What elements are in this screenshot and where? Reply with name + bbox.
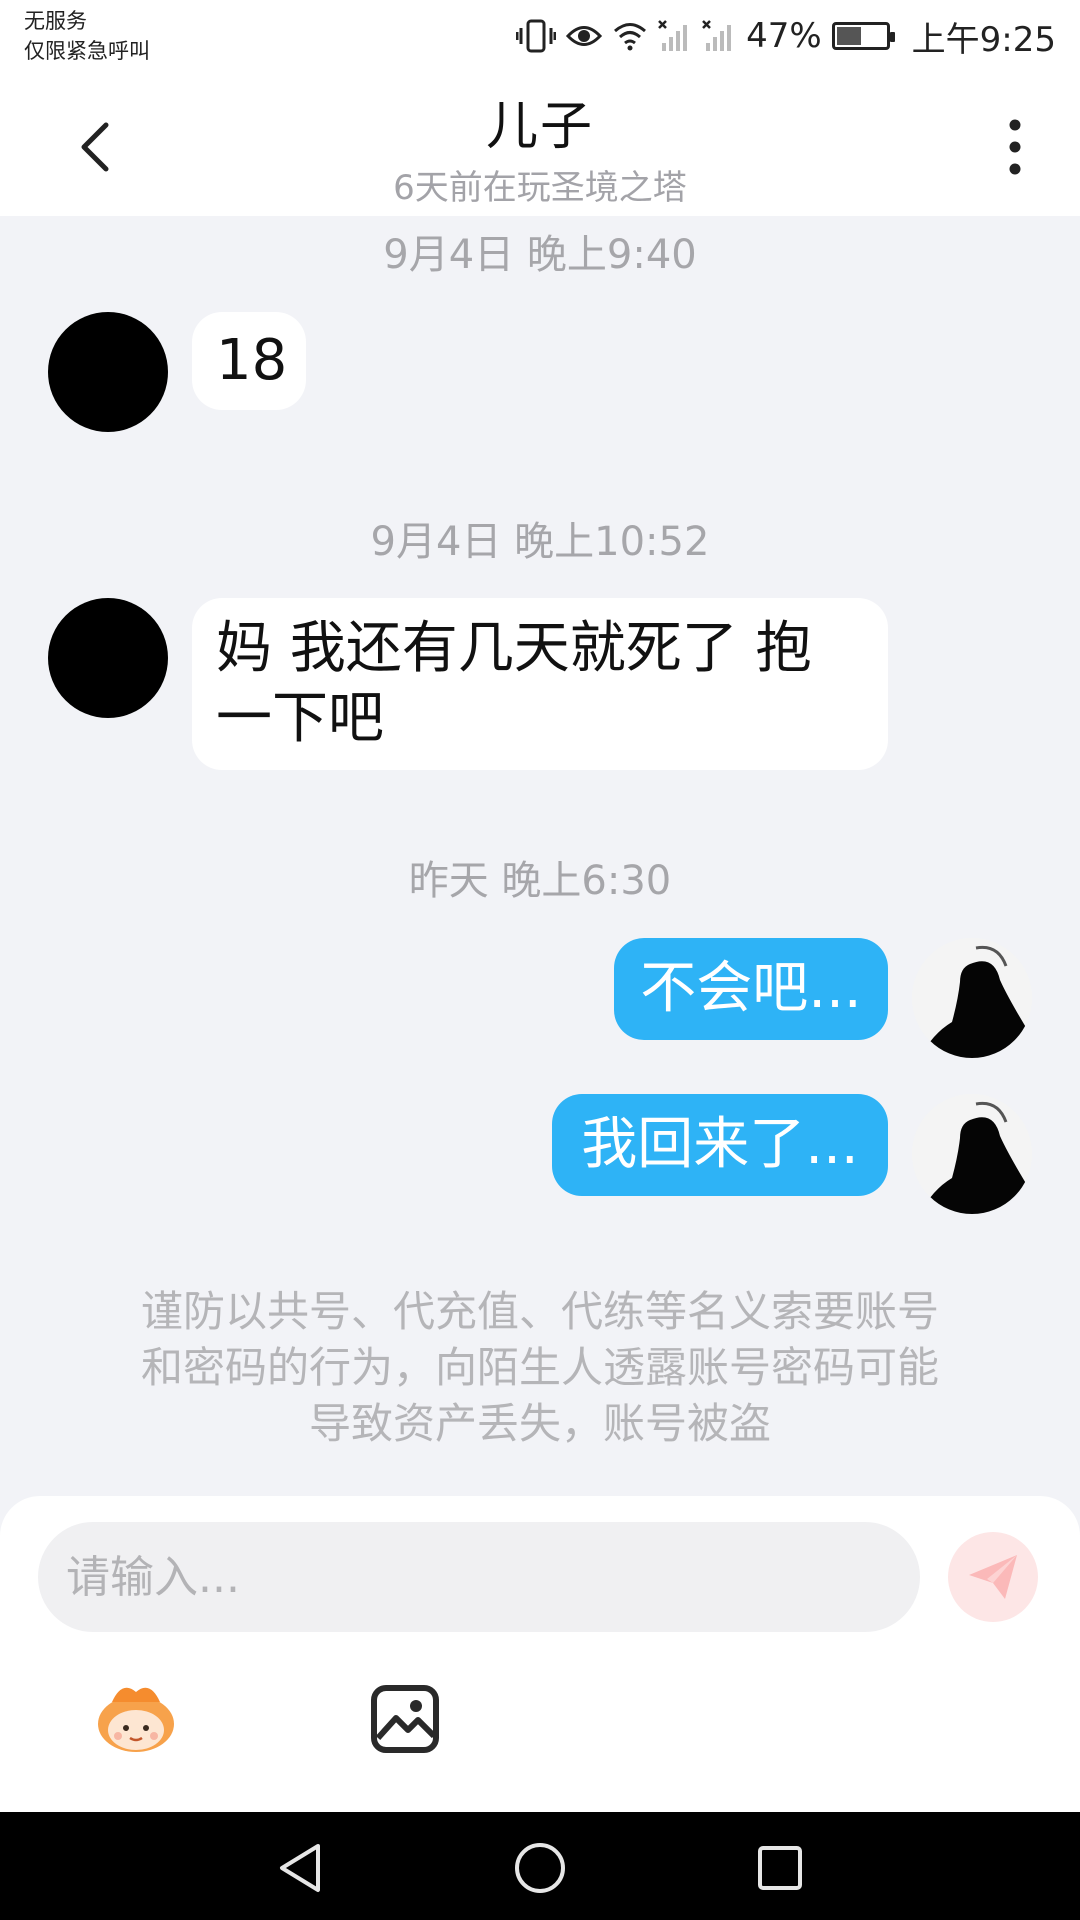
nav-recents-button[interactable] xyxy=(748,1836,812,1900)
eye-icon xyxy=(566,21,603,51)
nav-back-button[interactable] xyxy=(268,1836,332,1900)
carrier-status: 无服务 xyxy=(24,9,87,33)
emergency-only-label: 仅限紧急呼叫 xyxy=(24,39,150,63)
timestamp: 昨天 晚上6:30 xyxy=(408,858,672,904)
message-input[interactable] xyxy=(38,1522,920,1632)
battery-charging-icon xyxy=(831,22,895,50)
message-bubble-outgoing[interactable]: 我回来了... xyxy=(552,1094,888,1196)
contact-name: 儿子 xyxy=(485,97,594,157)
timestamp: 9月4日 晚上10:52 xyxy=(370,519,710,565)
avatar-silhouette-icon xyxy=(912,938,1032,1058)
contact-activity: 6天前在玩圣境之塔 xyxy=(393,168,687,208)
wifi-icon xyxy=(612,20,648,52)
contact-avatar[interactable] xyxy=(48,312,168,432)
system-navigation-bar xyxy=(0,1812,1080,1920)
carrier-info: 无服务 仅限紧急呼叫 xyxy=(24,6,150,66)
my-avatar[interactable] xyxy=(912,938,1032,1058)
nav-home-button[interactable] xyxy=(508,1836,572,1900)
send-button[interactable] xyxy=(948,1532,1038,1622)
emoji-button[interactable] xyxy=(92,1680,180,1756)
send-icon xyxy=(969,1555,1017,1599)
signal-off-icon xyxy=(702,19,736,53)
battery-percent: 47% xyxy=(746,16,822,56)
message-text-line: 妈 我还有几天就死了 抱 xyxy=(216,616,812,681)
signal-off-icon xyxy=(658,19,692,53)
clock: 上午9:25 xyxy=(911,19,1056,60)
message-text-line: 一下吧 xyxy=(216,686,384,751)
message-bubble-incoming[interactable]: 18 xyxy=(192,312,306,410)
timestamp: 9月4日 晚上9:40 xyxy=(383,232,697,278)
my-avatar[interactable] xyxy=(912,1094,1032,1214)
notice-line: 和密码的行为，向陌生人透露账号密码可能 xyxy=(140,1343,939,1392)
message-bubble-outgoing[interactable]: 不会吧... xyxy=(614,938,888,1040)
composer-panel xyxy=(0,1496,1080,1812)
circle-home-icon xyxy=(515,1843,565,1893)
message-text: 我回来了... xyxy=(581,1112,859,1177)
notice-line: 导致资产丢失，账号被盗 xyxy=(308,1399,771,1448)
emoji-icon xyxy=(98,1687,174,1752)
avatar-silhouette-icon xyxy=(912,1094,1032,1214)
status-bar: 无服务 仅限紧急呼叫 47% 上午9:25 xyxy=(0,0,1080,76)
message-bubble-incoming[interactable]: 妈 我还有几天就死了 抱 一下吧 xyxy=(192,598,888,770)
status-icons: 47% 上午9:25 xyxy=(516,14,1056,60)
square-recents-icon xyxy=(758,1846,802,1890)
safety-notice: 谨防以共号、代充值、代练等名义索要账号 和密码的行为，向陌生人透露账号密码可能 … xyxy=(80,1284,1000,1452)
chat-header: 儿子 6天前在玩圣境之塔 xyxy=(0,76,1080,216)
notice-line: 谨防以共号、代充值、代练等名义索要账号 xyxy=(140,1287,939,1336)
triangle-back-icon xyxy=(280,1844,320,1892)
image-icon xyxy=(371,1685,439,1753)
message-text: 不会吧... xyxy=(640,956,862,1021)
contact-avatar[interactable] xyxy=(48,598,168,718)
more-vertical-icon xyxy=(1009,119,1021,175)
image-button[interactable] xyxy=(370,1684,440,1754)
more-options-button[interactable] xyxy=(980,112,1050,182)
vibrate-icon xyxy=(516,18,557,54)
message-text: 18 xyxy=(216,328,288,393)
